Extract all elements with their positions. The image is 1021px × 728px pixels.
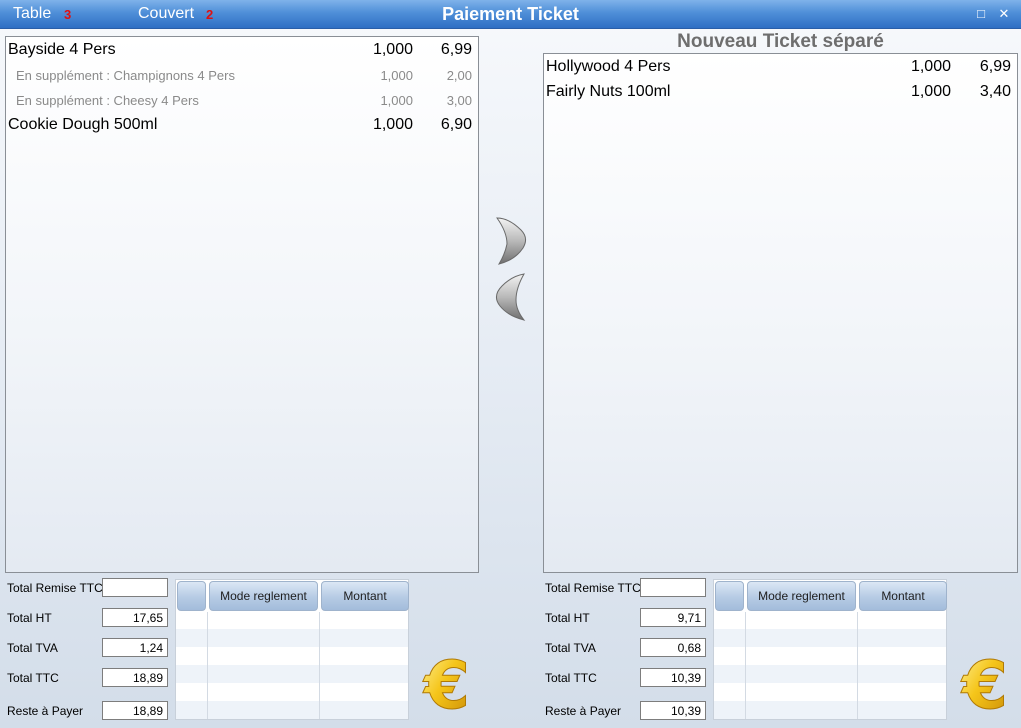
reste-a-payer-field: 18,89 <box>102 701 168 720</box>
item-qty: 1,000 <box>910 83 951 100</box>
close-icon[interactable]: ✕ <box>996 6 1012 22</box>
title-bar: Table 3 Couvert 2 Paiement Ticket □ ✕ <box>0 0 1021 29</box>
svg-text:€: € <box>422 650 470 716</box>
ticket-row[interactable]: Fairly Nuts 100ml 1,000 3,40 <box>544 80 1017 105</box>
new-ticket-list[interactable]: Hollywood 4 Pers 1,000 6,99 Fairly Nuts … <box>543 53 1018 573</box>
current-ticket-list[interactable]: Bayside 4 Pers 1,000 6,99 En supplément … <box>5 36 479 573</box>
item-price: 6,99 <box>440 41 472 58</box>
euro-icon[interactable]: € <box>960 650 1010 716</box>
item-name: En supplément : Champignons 4 Pers <box>16 68 235 83</box>
grid-header-mode-reglement[interactable]: Mode reglement <box>747 581 856 611</box>
ticket-row-supplement[interactable]: En supplément : Champignons 4 Pers 1,000… <box>6 63 478 88</box>
item-price: 6,99 <box>979 58 1011 75</box>
grid-row[interactable] <box>176 629 408 647</box>
item-qty: 1,000 <box>372 41 413 58</box>
euro-icon[interactable]: € <box>422 650 472 716</box>
payment-grid[interactable]: Mode reglement Montant <box>713 579 947 720</box>
grid-row[interactable] <box>714 701 946 719</box>
grid-header-select[interactable] <box>715 581 744 611</box>
new-ticket-title: Nouveau Ticket séparé <box>677 31 884 52</box>
total-ttc-label: Total TTC <box>545 671 597 685</box>
total-remise-label: Total Remise TTC <box>545 581 641 595</box>
payment-grid[interactable]: Mode reglement Montant <box>175 579 409 720</box>
item-name: Cookie Dough 500ml <box>8 116 158 133</box>
item-name: Bayside 4 Pers <box>8 41 116 58</box>
total-ht-field: 9,71 <box>640 608 706 627</box>
reste-a-payer-field: 10,39 <box>640 701 706 720</box>
grid-row[interactable] <box>176 701 408 719</box>
grid-divider <box>207 612 208 719</box>
svg-text:€: € <box>960 650 1008 716</box>
total-ttc-label: Total TTC <box>7 671 59 685</box>
ticket-row[interactable]: Cookie Dough 500ml 1,000 6,90 <box>6 113 478 138</box>
item-price: 3,40 <box>979 83 1011 100</box>
total-tva-label: Total TVA <box>545 641 596 655</box>
total-tva-label: Total TVA <box>7 641 58 655</box>
ticket-row[interactable]: Bayside 4 Pers 1,000 6,99 <box>6 38 478 63</box>
item-qty: 1,000 <box>380 93 413 108</box>
grid-row[interactable] <box>176 665 408 683</box>
grid-divider <box>745 612 746 719</box>
total-tva-field: 0,68 <box>640 638 706 657</box>
grid-header-mode-reglement[interactable]: Mode reglement <box>209 581 318 611</box>
total-remise-label: Total Remise TTC <box>7 581 103 595</box>
total-remise-field[interactable] <box>640 578 706 597</box>
total-remise-field[interactable] <box>102 578 168 597</box>
grid-divider <box>319 612 320 719</box>
total-ttc-field: 10,39 <box>640 668 706 687</box>
item-qty: 1,000 <box>380 68 413 83</box>
item-qty: 1,000 <box>372 116 413 133</box>
chevron-left-icon[interactable] <box>490 272 528 322</box>
total-ht-field: 17,65 <box>102 608 168 627</box>
grid-header-montant[interactable]: Montant <box>321 581 409 611</box>
total-ht-label: Total HT <box>7 611 52 625</box>
item-name: Hollywood 4 Pers <box>546 58 671 75</box>
ticket-row[interactable]: Hollywood 4 Pers 1,000 6,99 <box>544 55 1017 80</box>
item-price: 6,90 <box>440 116 472 133</box>
reste-a-payer-label: Reste à Payer <box>545 704 622 718</box>
reste-a-payer-label: Reste à Payer <box>7 704 84 718</box>
ticket-row-supplement[interactable]: En supplément : Cheesy 4 Pers 1,000 3,00 <box>6 88 478 113</box>
window-title: Paiement Ticket <box>442 4 579 24</box>
grid-row[interactable] <box>714 665 946 683</box>
grid-header-select[interactable] <box>177 581 206 611</box>
maximize-icon[interactable]: □ <box>973 6 989 22</box>
item-price: 3,00 <box>446 93 472 108</box>
item-price: 2,00 <box>446 68 472 83</box>
item-name: En supplément : Cheesy 4 Pers <box>16 93 199 108</box>
total-ttc-field: 18,89 <box>102 668 168 687</box>
chevron-right-icon[interactable] <box>493 216 531 266</box>
grid-divider <box>857 612 858 719</box>
item-qty: 1,000 <box>910 58 951 75</box>
grid-header-montant[interactable]: Montant <box>859 581 947 611</box>
total-ht-label: Total HT <box>545 611 590 625</box>
grid-row[interactable] <box>714 629 946 647</box>
total-tva-field: 1,24 <box>102 638 168 657</box>
item-name: Fairly Nuts 100ml <box>546 83 671 100</box>
